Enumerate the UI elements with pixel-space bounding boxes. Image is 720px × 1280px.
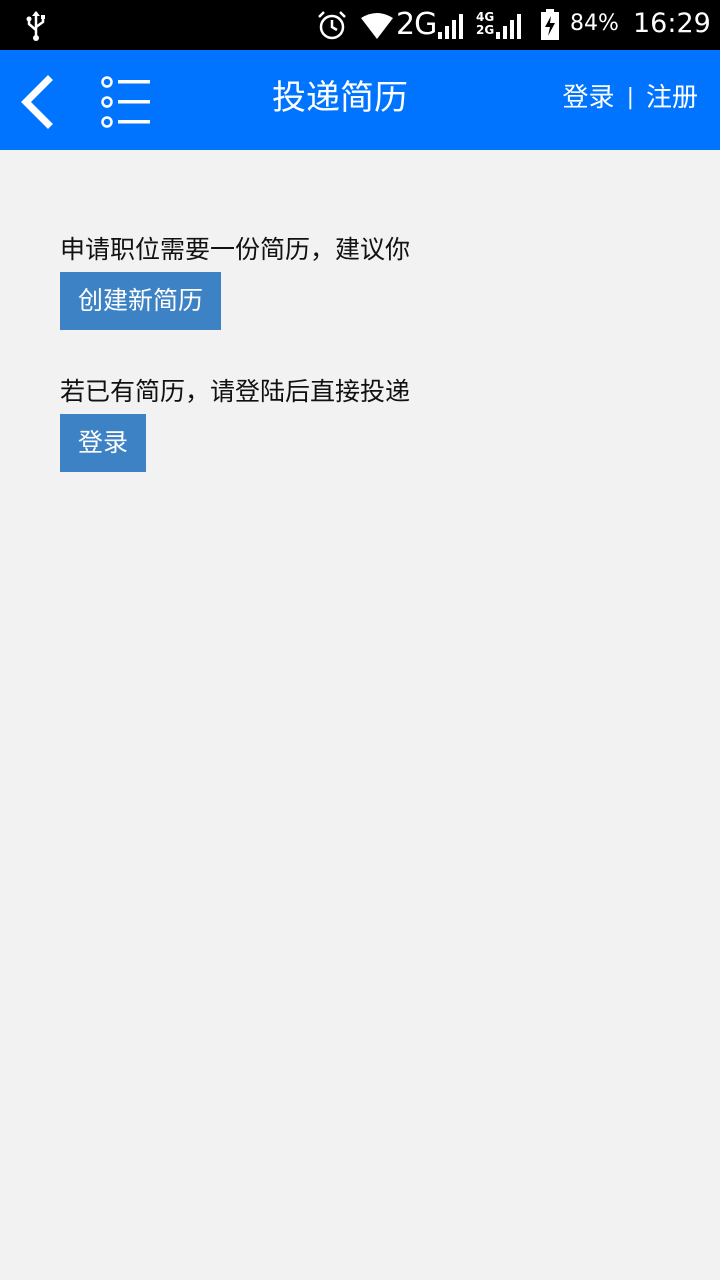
main-content: 申请职位需要一份简历，建议你 创建新简历 若已有简历，请登陆后直接投递 登录 (60, 228, 660, 472)
register-link[interactable]: 注册 (646, 78, 698, 118)
login-section: 若已有简历，请登陆后直接投递 登录 (60, 370, 660, 472)
dual-sim-indicator: 4G 2G (476, 11, 494, 37)
back-button[interactable] (14, 74, 62, 130)
login-link[interactable]: 登录 (563, 78, 615, 118)
wifi-icon (360, 12, 394, 44)
menu-button[interactable] (98, 76, 154, 128)
auth-links: 登录 | 注册 (563, 78, 698, 118)
app-bar: 投递简历 登录 | 注册 (0, 50, 720, 150)
alarm-icon (316, 9, 348, 45)
dual-bottom-label: 2G (476, 23, 495, 37)
login-prompt: 若已有简历，请登陆后直接投递 (60, 377, 411, 406)
network-type: 2G (396, 7, 437, 42)
clock: 16:29 (633, 8, 711, 39)
signal-icon (496, 12, 526, 44)
signal-icon (438, 12, 468, 44)
usb-icon (24, 10, 48, 46)
page-title: 投递简历 (272, 78, 408, 118)
create-resume-prompt: 申请职位需要一份简历，建议你 (60, 235, 411, 264)
list-menu-icon (101, 76, 150, 128)
battery-percentage: 84% (570, 11, 619, 36)
login-button[interactable]: 登录 (60, 414, 147, 472)
back-icon (21, 75, 53, 129)
battery-icon (540, 9, 560, 45)
auth-separator: | (626, 85, 634, 110)
create-resume-section: 申请职位需要一份简历，建议你 创建新简历 (60, 228, 660, 330)
status-bar: 2G 4G 2G 84% 16:29 (0, 0, 720, 50)
create-resume-button[interactable]: 创建新简历 (60, 272, 222, 330)
